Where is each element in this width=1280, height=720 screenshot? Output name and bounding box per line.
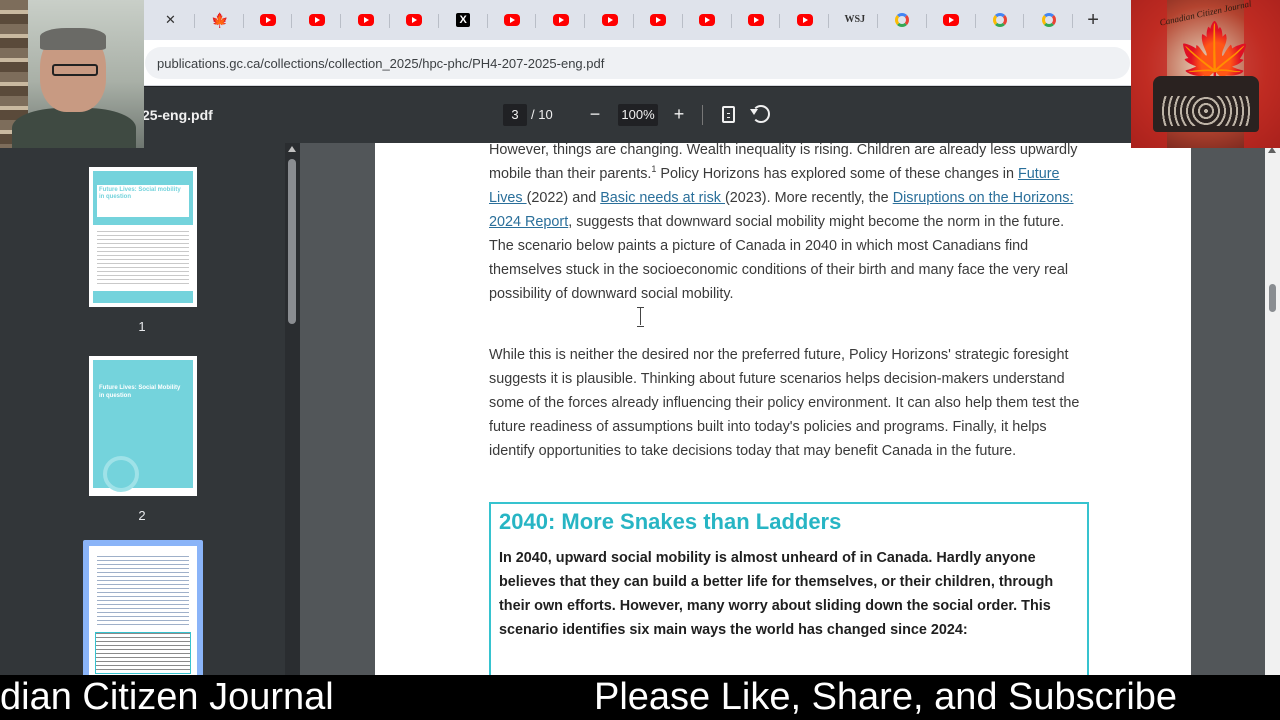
- paragraph-1: However, things are changing. Wealth ine…: [489, 143, 1078, 302]
- sidebar-scroll-thumb[interactable]: [288, 159, 296, 324]
- google-icon: [1041, 13, 1056, 27]
- pdf-filename: 25-eng.pdf: [142, 107, 213, 123]
- zoom-in-button[interactable]: +: [668, 103, 690, 125]
- thumbnail-cover-block: Future Lives: Social mobility in questio…: [93, 171, 193, 225]
- google-icon: [895, 13, 910, 27]
- thumbnail-circles: [103, 456, 139, 492]
- youtube-icon: [308, 14, 325, 26]
- thumbnail-title: Future Lives: Social Mobility in questio…: [99, 385, 181, 399]
- maple-leaf-icon: 🍁: [211, 12, 229, 28]
- fit-page-icon[interactable]: [722, 106, 735, 123]
- toolbar-divider: [702, 105, 703, 125]
- browser-tab[interactable]: [488, 5, 537, 35]
- browser-tab[interactable]: WSJ: [829, 5, 878, 35]
- browser-tab[interactable]: [732, 5, 781, 35]
- thumbnail-text-lines: [97, 231, 189, 287]
- zoom-out-button[interactable]: −: [584, 103, 606, 125]
- text-cursor-icon: [637, 307, 645, 327]
- scenario-title: 2040: More Snakes than Ladders: [499, 509, 842, 534]
- new-tab-button[interactable]: +: [1073, 5, 1113, 35]
- thumbnail-page-3[interactable]: [89, 546, 197, 680]
- thumbnail-sidebar: Future Lives: Social mobility in questio…: [0, 143, 285, 680]
- thumbnail-label-2: 2: [138, 508, 146, 523]
- presenter-shirt: [12, 108, 136, 148]
- tab-strip: ✕ 🍁 X WSJ +: [0, 0, 1280, 40]
- paragraph-2: While this is neither the desired nor th…: [489, 347, 1080, 459]
- typewriter-keys: [1161, 96, 1251, 126]
- browser-tab[interactable]: [585, 5, 634, 35]
- page-total: / 10: [531, 107, 553, 122]
- tab-separator: [1072, 14, 1074, 28]
- main-scrollbar[interactable]: [1265, 143, 1280, 675]
- close-icon[interactable]: ✕: [165, 12, 176, 28]
- browser-tab[interactable]: [1024, 5, 1074, 35]
- youtube-icon: [943, 14, 960, 26]
- browser-tab[interactable]: [292, 5, 342, 35]
- sidebar-scrollbar[interactable]: [285, 143, 300, 675]
- youtube-icon: [650, 14, 667, 26]
- pdf-viewer[interactable]: However, things are changing. Wealth ine…: [300, 143, 1265, 675]
- thumbnail-box: [95, 632, 191, 674]
- page-number-input[interactable]: 3: [503, 104, 527, 126]
- thumbnail-cover-block: Future Lives: Social Mobility in questio…: [93, 360, 193, 492]
- browser-tab[interactable]: [390, 5, 439, 35]
- google-icon: [992, 13, 1007, 27]
- browser-tab[interactable]: [976, 5, 1025, 35]
- browser-tab[interactable]: [927, 5, 976, 35]
- channel-logo: 🍁 Canadian Citizen Journal: [1131, 0, 1280, 148]
- youtube-icon: [503, 14, 520, 26]
- browser-tab[interactable]: ✕: [146, 5, 195, 35]
- youtube-icon: [699, 14, 716, 26]
- pdf-toolbar: 25-eng.pdf 3 / 10 − 100% +: [0, 87, 1280, 143]
- scenario-text: In 2040, upward social mobility is almos…: [499, 550, 1054, 638]
- ticker-call-to-action: Please Like, Share, and Subscribe: [594, 676, 1178, 718]
- thumbnail-title: Future Lives: Social mobility in questio…: [97, 185, 189, 217]
- thumbnail-page-1[interactable]: Future Lives: Social mobility in questio…: [89, 167, 197, 307]
- webcam-overlay: [0, 0, 144, 148]
- zoom-level-input[interactable]: 100%: [618, 104, 658, 126]
- thumbnail-footer: [93, 291, 193, 303]
- thumbnail-label-1: 1: [138, 319, 146, 334]
- scenario-box: 2040: More Snakes than Ladders In 2040, …: [489, 502, 1089, 675]
- youtube-icon: [552, 14, 569, 26]
- browser-tab[interactable]: [536, 5, 586, 35]
- ticker-channel-name: dian Citizen Journal: [0, 676, 334, 718]
- scroll-up-arrow-icon[interactable]: [288, 146, 296, 152]
- browser-tab[interactable]: [683, 5, 732, 35]
- youtube-icon: [747, 14, 764, 26]
- browser-tab[interactable]: [634, 5, 683, 35]
- url-text: publications.gc.ca/collections/collectio…: [157, 55, 605, 71]
- browser-tab[interactable]: [878, 5, 927, 35]
- youtube-icon: [406, 14, 423, 26]
- link-basic-needs[interactable]: Basic needs at risk: [600, 190, 725, 206]
- browser-tab[interactable]: [244, 5, 293, 35]
- pdf-page: However, things are changing. Wealth ine…: [375, 143, 1191, 675]
- x-icon: X: [456, 13, 471, 27]
- url-field[interactable]: publications.gc.ca/collections/collectio…: [145, 47, 1130, 79]
- rotate-icon[interactable]: [750, 105, 770, 123]
- address-bar: publications.gc.ca/collections/collectio…: [0, 40, 1280, 86]
- screen: { "browser": { "tabs": [ {"icon": "close…: [0, 0, 1280, 720]
- ticker-banner: dian Citizen Journal Please Like, Share,…: [0, 675, 1280, 720]
- thumbnail-text-lines: [97, 556, 189, 626]
- browser-tab[interactable]: X: [439, 5, 488, 35]
- youtube-icon: [796, 14, 813, 26]
- browser-tab[interactable]: 🍁: [195, 5, 244, 35]
- presenter-hair: [40, 28, 106, 50]
- youtube-icon: [357, 14, 374, 26]
- thumbnail-page-2[interactable]: Future Lives: Social Mobility in questio…: [89, 356, 197, 496]
- wsj-icon: WSJ: [844, 14, 866, 25]
- browser-tab[interactable]: [341, 5, 390, 35]
- main-scroll-thumb[interactable]: [1269, 284, 1276, 312]
- browser-tab[interactable]: [780, 5, 830, 35]
- youtube-icon: [259, 14, 276, 26]
- presenter-glasses: [52, 64, 98, 76]
- youtube-icon: [601, 14, 618, 26]
